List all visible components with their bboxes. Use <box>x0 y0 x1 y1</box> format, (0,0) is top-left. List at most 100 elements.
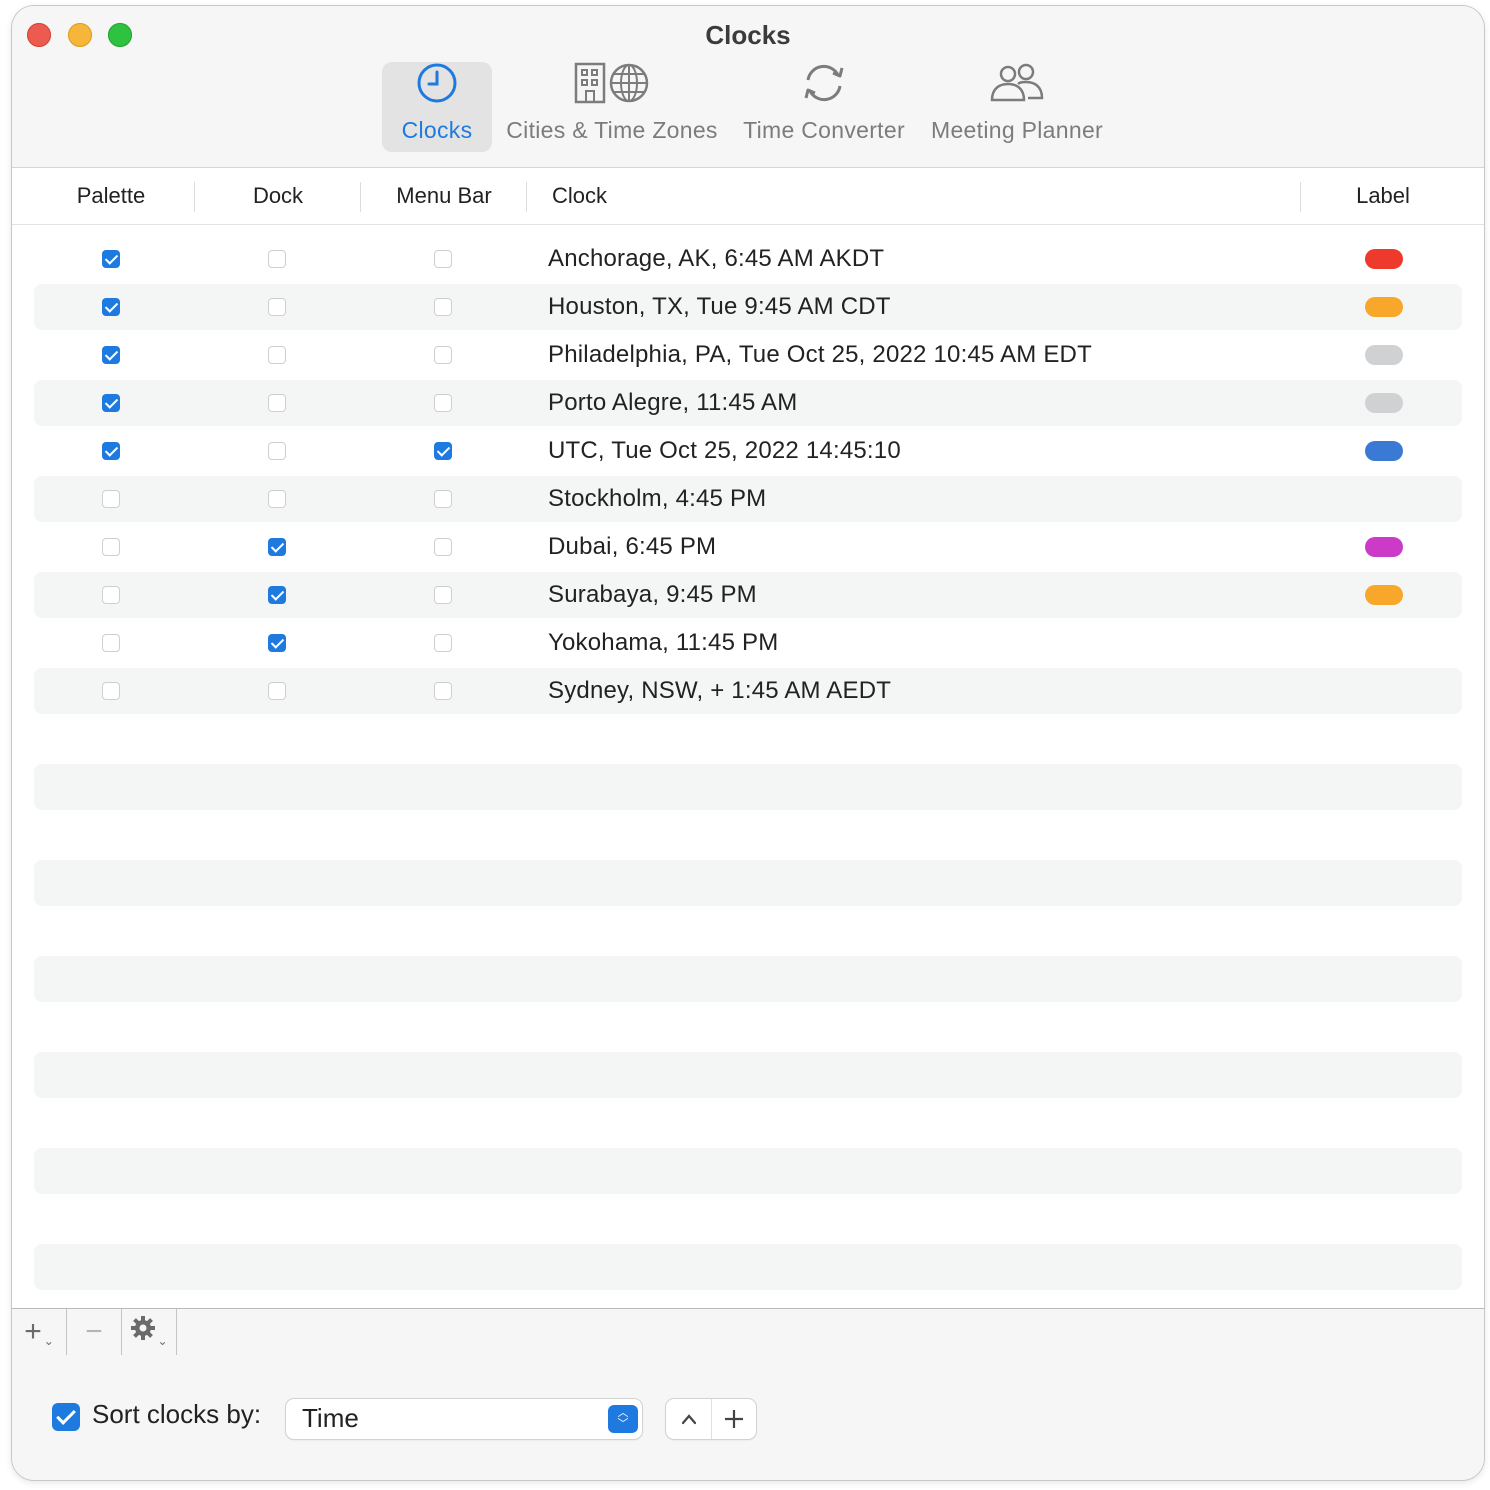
label-color-pill[interactable] <box>1365 441 1403 461</box>
empty-row <box>34 812 1462 858</box>
people-icon <box>988 62 1046 109</box>
palette-checkbox[interactable] <box>102 346 120 364</box>
table-row[interactable]: Anchorage, AK, 6:45 AM AKDT <box>34 236 1462 282</box>
toolbar-tabs: Clocks Cities & Time Zones Time Converte… <box>12 62 1484 154</box>
table-row[interactable]: Stockholm, 4:45 PM <box>34 476 1462 522</box>
palette-checkbox[interactable] <box>102 298 120 316</box>
dock-checkbox[interactable] <box>268 394 286 412</box>
plus-icon <box>724 1410 743 1428</box>
clock-name: Dubai, 6:45 PM <box>548 533 717 560</box>
column-header-dock[interactable]: Dock <box>195 168 361 224</box>
minus-icon: − <box>85 1315 103 1348</box>
table-row[interactable]: Houston, TX, Tue 9:45 AM CDT <box>34 284 1462 330</box>
tab-label: Cities & Time Zones <box>506 117 718 143</box>
table-row[interactable]: Dubai, 6:45 PM <box>34 524 1462 570</box>
window-title: Clocks <box>705 20 791 50</box>
dock-checkbox[interactable] <box>268 298 286 316</box>
label-color-pill[interactable] <box>1365 585 1403 605</box>
clock-name: Anchorage, AK, 6:45 AM AKDT <box>548 245 885 272</box>
sort-order-control <box>666 1399 756 1439</box>
remove-clock-button[interactable]: − <box>67 1309 122 1355</box>
action-menu-button[interactable]: ⌄ <box>122 1309 177 1355</box>
menu-bar-checkbox[interactable] <box>434 538 452 556</box>
tab-label: Meeting Planner <box>931 117 1103 143</box>
tab-time-converter[interactable]: Time Converter <box>736 62 912 152</box>
tab-meeting-planner[interactable]: Meeting Planner <box>922 62 1112 152</box>
palette-checkbox[interactable] <box>102 586 120 604</box>
menu-bar-checkbox[interactable] <box>434 394 452 412</box>
clock-name: Porto Alegre, 11:45 AM <box>548 389 798 416</box>
footer: Sort clocks by: Time ︿ ﹀ <box>12 1355 1484 1480</box>
plus-icon: + <box>24 1315 42 1348</box>
label-color-pill[interactable] <box>1365 249 1403 269</box>
chevron-down-icon: ⌄ <box>43 1334 54 1348</box>
empty-row <box>34 1052 1462 1098</box>
clock-name: Yokohama, 11:45 PM <box>548 629 779 656</box>
empty-row <box>34 1004 1462 1050</box>
empty-row <box>34 764 1462 810</box>
title-bar: Clocks Clocks Cities & Time Zones Time C… <box>12 6 1484 168</box>
dock-checkbox[interactable] <box>268 250 286 268</box>
menu-bar-checkbox[interactable] <box>434 442 452 460</box>
label-color-pill[interactable] <box>1365 537 1403 557</box>
palette-checkbox[interactable] <box>102 442 120 460</box>
label-color-pill[interactable] <box>1365 297 1403 317</box>
clock-name: Surabaya, 9:45 PM <box>548 581 757 608</box>
clock-name: Philadelphia, PA, Tue Oct 25, 2022 10:45… <box>548 341 1092 368</box>
dock-checkbox[interactable] <box>268 586 286 604</box>
menu-bar-checkbox[interactable] <box>434 250 452 268</box>
dock-checkbox[interactable] <box>268 490 286 508</box>
empty-row <box>34 1148 1462 1194</box>
up-down-chevron-icon: ︿ ﹀ <box>608 1405 638 1433</box>
building-globe-icon <box>573 62 651 109</box>
sort-by-select[interactable]: Time ︿ ﹀ <box>286 1399 642 1439</box>
column-header-clock[interactable]: Clock <box>552 168 752 224</box>
add-sort-button[interactable] <box>711 1399 756 1439</box>
clock-name: Stockholm, 4:45 PM <box>548 485 767 512</box>
clocks-table: Palette Dock Menu Bar Clock Label Anchor… <box>12 168 1484 1308</box>
empty-row <box>34 908 1462 954</box>
table-row[interactable]: Sydney, NSW, + 1:45 AM AEDT <box>34 668 1462 714</box>
dock-checkbox[interactable] <box>268 442 286 460</box>
dock-checkbox[interactable] <box>268 538 286 556</box>
palette-checkbox[interactable] <box>102 250 120 268</box>
clock-name: UTC, Tue Oct 25, 2022 14:45:10 <box>548 437 901 464</box>
table-row[interactable]: Surabaya, 9:45 PM <box>34 572 1462 618</box>
column-header-menu-bar[interactable]: Menu Bar <box>361 168 527 224</box>
table-row[interactable]: Porto Alegre, 11:45 AM <box>34 380 1462 426</box>
palette-checkbox[interactable] <box>102 538 120 556</box>
dock-checkbox[interactable] <box>268 682 286 700</box>
table-row[interactable]: Philadelphia, PA, Tue Oct 25, 2022 10:45… <box>34 332 1462 378</box>
palette-checkbox[interactable] <box>102 394 120 412</box>
tab-label: Time Converter <box>743 117 905 143</box>
palette-checkbox[interactable] <box>102 490 120 508</box>
gear-icon <box>130 1315 156 1349</box>
palette-checkbox[interactable] <box>102 682 120 700</box>
sort-ascending-button[interactable] <box>666 1399 712 1439</box>
dock-checkbox[interactable] <box>268 346 286 364</box>
table-row[interactable]: Yokohama, 11:45 PM <box>34 620 1462 666</box>
menu-bar-checkbox[interactable] <box>434 298 452 316</box>
sort-clocks-label: Sort clocks by: <box>92 1399 262 1429</box>
table-header: Palette Dock Menu Bar Clock Label <box>12 168 1484 225</box>
empty-row <box>34 956 1462 1002</box>
table-row[interactable]: UTC, Tue Oct 25, 2022 14:45:10 <box>34 428 1462 474</box>
menu-bar-checkbox[interactable] <box>434 586 452 604</box>
menu-bar-checkbox[interactable] <box>434 634 452 652</box>
tab-clocks[interactable]: Clocks <box>382 62 492 152</box>
menu-bar-checkbox[interactable] <box>434 682 452 700</box>
palette-checkbox[interactable] <box>102 634 120 652</box>
dock-checkbox[interactable] <box>268 634 286 652</box>
column-header-label[interactable]: Label <box>1301 168 1465 224</box>
menu-bar-checkbox[interactable] <box>434 346 452 364</box>
clock-name: Sydney, NSW, + 1:45 AM AEDT <box>548 677 892 704</box>
sort-clocks-checkbox[interactable] <box>52 1403 80 1431</box>
clock-icon <box>416 62 458 109</box>
label-color-pill[interactable] <box>1365 345 1403 365</box>
label-color-pill[interactable] <box>1365 393 1403 413</box>
column-header-palette[interactable]: Palette <box>12 168 210 224</box>
tab-cities-time-zones[interactable]: Cities & Time Zones <box>504 62 720 152</box>
column-separator <box>526 182 527 212</box>
add-clock-button[interactable]: + ⌄ <box>12 1309 67 1355</box>
menu-bar-checkbox[interactable] <box>434 490 452 508</box>
